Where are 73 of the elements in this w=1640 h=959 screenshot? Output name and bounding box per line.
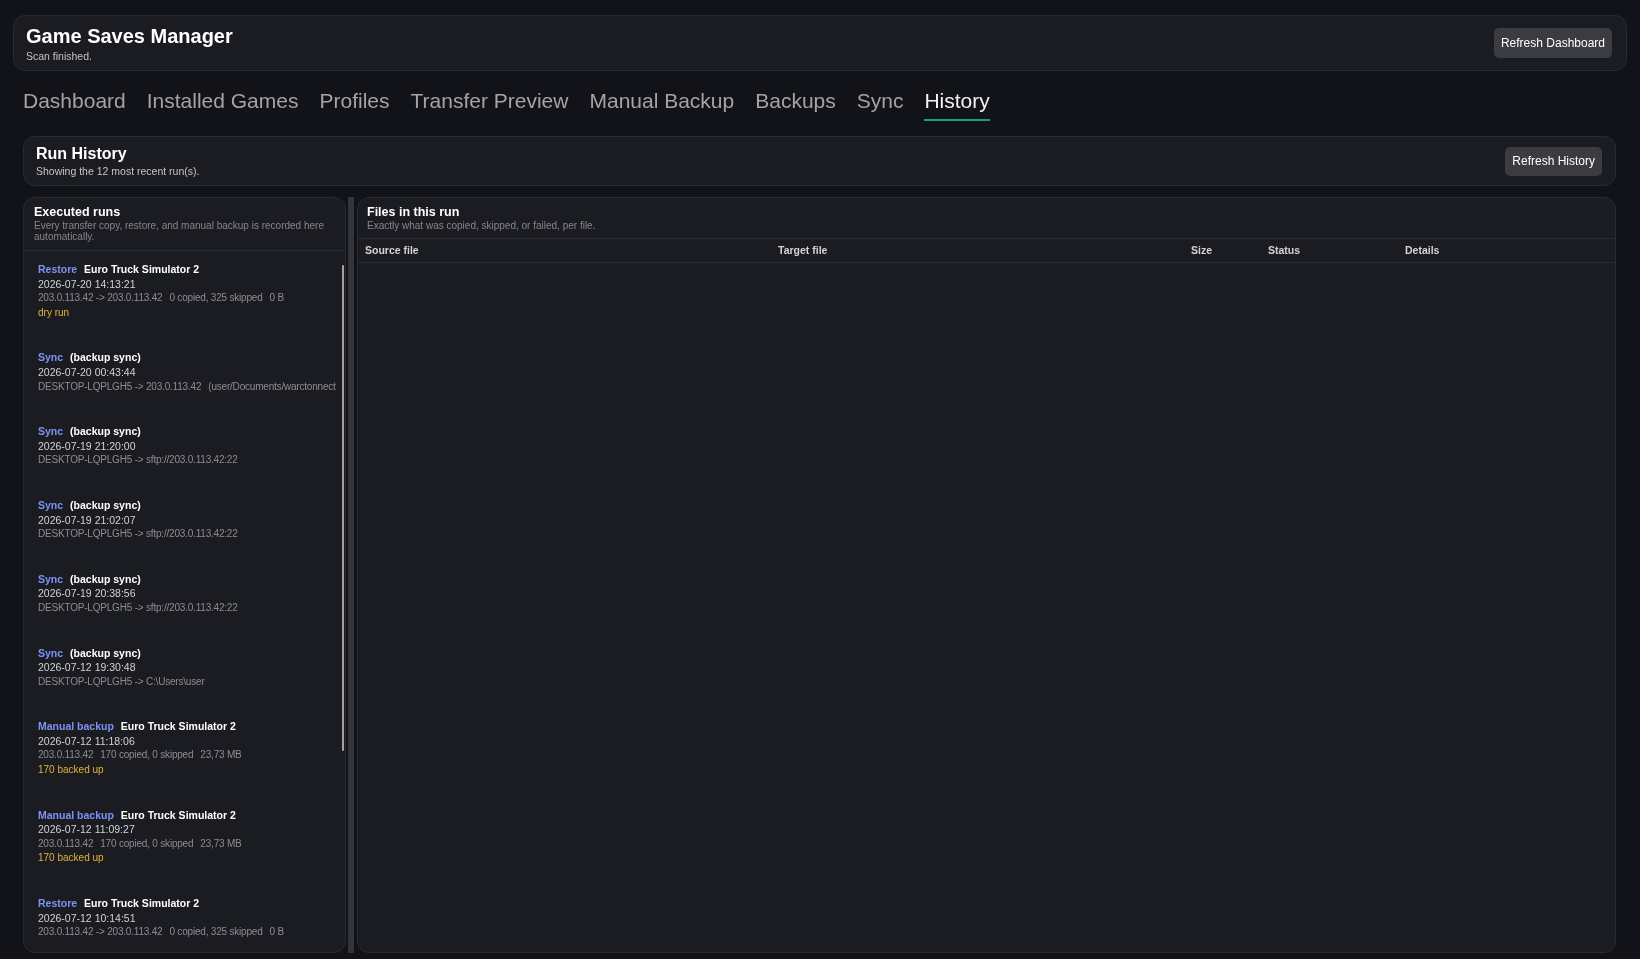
run-type-label: Sync: [38, 497, 64, 513]
panel-title: Files in this run: [367, 204, 461, 220]
run-detail: 23,73 MB: [200, 748, 242, 763]
panel-title: Executed runs: [34, 204, 122, 220]
run-detail: DESKTOP-LQPLGH5 -> C:\Users\user: [38, 674, 205, 689]
column-header: Details: [1405, 242, 1440, 258]
run-type-label: Manual backup: [38, 719, 114, 734]
run-detail: 0 copied, 325 skipped: [169, 291, 263, 306]
refresh-history-button[interactable]: Refresh History: [1505, 146, 1602, 176]
run-time: 2026-07-20 00:43:44: [38, 364, 137, 380]
column-header: Size: [1191, 242, 1212, 258]
run-subject: (backup sync): [70, 424, 141, 439]
run-detail: 23,73 MB: [200, 836, 242, 851]
run-note: 170 backed up: [38, 763, 105, 778]
run-detail: 203.0.113.42 -> 203.0.113.42: [38, 291, 163, 306]
run-time: 2026-07-20 14:13:21: [38, 276, 137, 292]
run-detail: 203.0.113.42: [38, 748, 94, 763]
run-subject: (backup sync): [70, 497, 141, 513]
refresh-dashboard-button[interactable]: Refresh Dashboard: [1493, 28, 1612, 58]
run-detail: DESKTOP-LQPLGH5 -> sftp://203.0.113.42:22: [38, 527, 238, 542]
nav-tab[interactable]: Dashboard: [23, 82, 126, 121]
run-subject: Euro Truck Simulator 2: [84, 262, 200, 277]
scrollbar-thumb[interactable]: [342, 265, 344, 751]
app-title: Game Saves Manager: [26, 23, 233, 48]
nav-tab[interactable]: Sync: [856, 82, 904, 121]
nav-tab[interactable]: Profiles: [319, 82, 390, 121]
run-time: 2026-07-12 19:30:48: [38, 660, 137, 675]
run-time: 2026-07-19 21:02:07: [38, 512, 137, 528]
run-subject: (backup sync): [70, 571, 141, 587]
run-type-label: Sync: [38, 350, 64, 365]
nav-tab[interactable]: Manual Backup: [589, 82, 735, 121]
run-type-label: Manual backup: [38, 807, 114, 823]
run-detail: DESKTOP-LQPLGH5 -> sftp://203.0.113.42:22: [38, 600, 238, 615]
run-type-label: Sync: [38, 645, 64, 661]
run-type-label: Restore: [38, 896, 78, 911]
run-detail: DESKTOP-LQPLGH5 -> 203.0.113.42: [38, 379, 202, 394]
run-detail: 203.0.113.42: [38, 836, 94, 851]
nav-tab[interactable]: History: [924, 82, 990, 121]
run-detail: 0 copied, 325 skipped: [169, 925, 263, 940]
status-text: Scan finished.: [26, 49, 93, 63]
run-detail: 0 B: [269, 925, 284, 940]
nav-tab[interactable]: Transfer Preview: [410, 82, 569, 121]
run-subject: (backup sync): [70, 350, 141, 365]
run-time: 2026-07-12 11:18:06: [38, 733, 136, 749]
run-time: 2026-07-19 20:38:56: [38, 586, 137, 601]
run-detail: (user/Documents/warctonnect: [208, 379, 336, 394]
run-note: dry run: [38, 305, 71, 320]
run-type-label: Restore: [38, 262, 78, 277]
panel-description: Every transfer copy, restore, and manual backup is recorded here automatically.: [34, 220, 325, 242]
run-type-label: Sync: [38, 424, 64, 439]
run-subject: Euro Truck Simulator 2: [120, 719, 236, 734]
column-header: Target file: [778, 242, 828, 258]
nav-tab[interactable]: Backups: [755, 82, 836, 121]
run-time: 2026-07-19 21:20:00: [38, 438, 137, 454]
run-detail: 203.0.113.42 -> 203.0.113.42: [38, 925, 163, 940]
panel-description: Exactly what was copied, skipped, or failed, per file.: [367, 220, 597, 232]
resize-handle[interactable]: [348, 197, 354, 953]
column-header: Source file: [365, 242, 419, 258]
run-note: 170 backed up: [38, 851, 105, 866]
column-header: Status: [1268, 242, 1301, 258]
section-subtitle: Showing the 12 most recent run(s).: [36, 165, 200, 178]
run-detail: 0 B: [269, 291, 284, 306]
run-subject: Euro Truck Simulator 2: [120, 807, 236, 823]
run-detail: DESKTOP-LQPLGH5 -> sftp://203.0.113.42:22: [38, 453, 238, 468]
run-detail: 170 copied, 0 skipped: [100, 836, 194, 851]
run-detail: 170 copied, 0 skipped: [100, 748, 194, 763]
run-subject: (backup sync): [70, 645, 141, 661]
run-subject: Euro Truck Simulator 2: [84, 896, 200, 911]
run-time: 2026-07-12 10:14:51: [38, 910, 137, 926]
run-time: 2026-07-12 11:09:27: [38, 822, 136, 837]
section-title: Run History: [36, 144, 128, 163]
nav-tab[interactable]: Installed Games: [146, 82, 299, 121]
run-type-label: Sync: [38, 571, 64, 587]
